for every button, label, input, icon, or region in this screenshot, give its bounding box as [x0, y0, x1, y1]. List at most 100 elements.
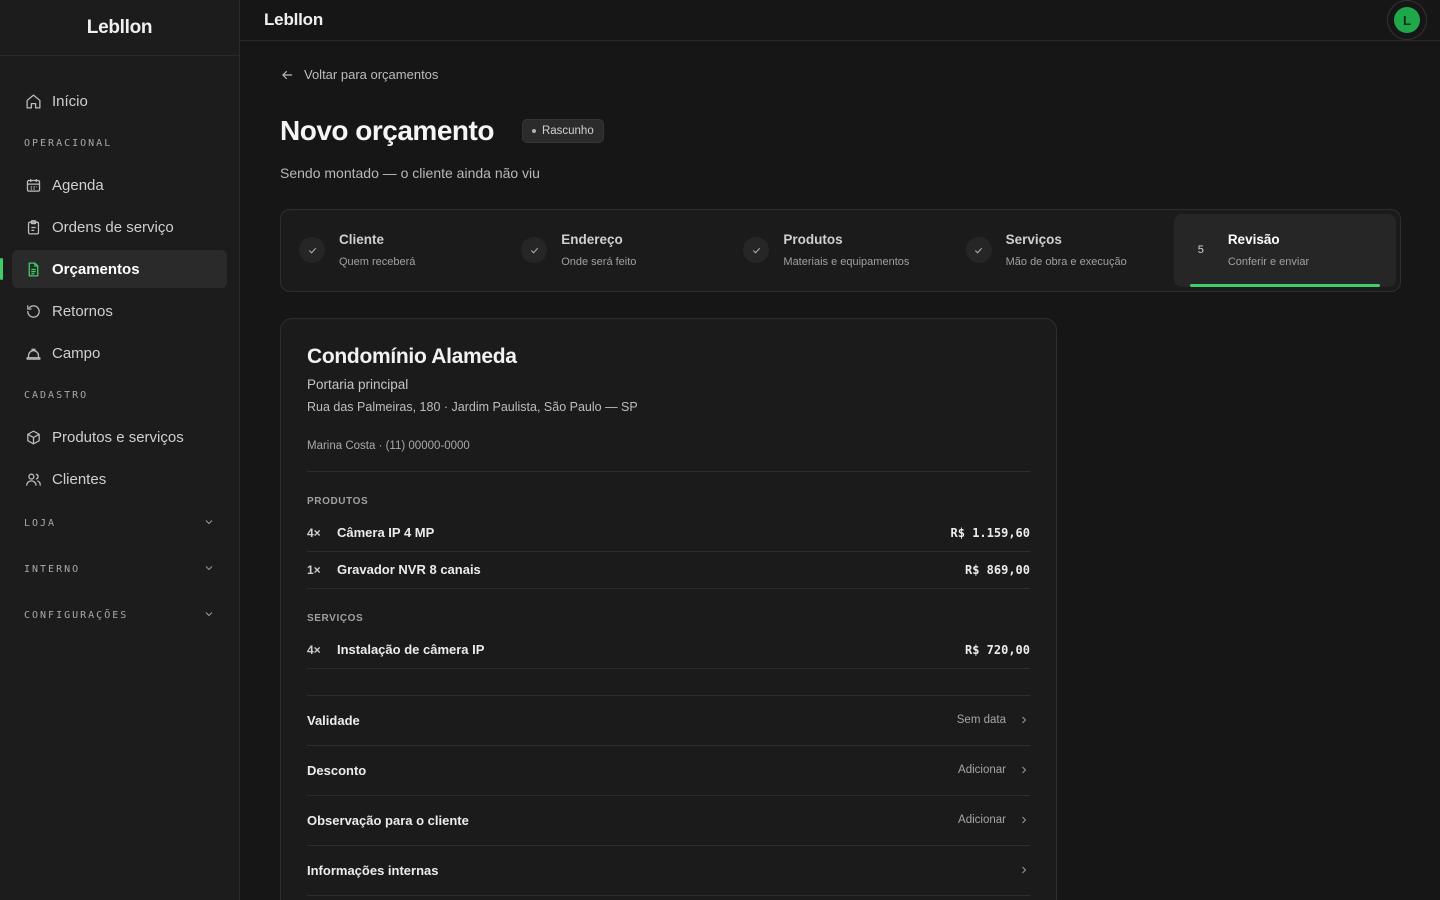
sidebar-item-inicio[interactable]: Início — [12, 82, 227, 120]
status-dot-icon — [531, 128, 536, 133]
client-address: Rua das Palmeiras, 180 · Jardim Paulista… — [307, 399, 638, 414]
topbar: Lebllon L — [240, 0, 1440, 41]
check-icon — [299, 237, 325, 263]
product-row: 1× Gravador NVR 8 canais R$ 869,00 — [307, 552, 1030, 589]
option-value: Adicionar — [958, 814, 1006, 826]
product-row: 4× Câmera IP 4 MP R$ 1.159,60 — [307, 515, 1030, 552]
avatar: L — [1394, 7, 1420, 33]
page-content: Voltar para orçamentos Novo orçamento Ra… — [240, 41, 1440, 900]
check-icon — [965, 237, 992, 263]
step-title: Serviços — [1005, 232, 1062, 247]
item-qty: 1× — [307, 562, 321, 577]
step-number: 5 — [1187, 237, 1214, 263]
quote-summary-card: Condomínio Alameda Portaria principal Ru… — [280, 317, 1057, 900]
sidebar-item-label: Ordens de serviço — [52, 218, 174, 236]
chevron-down-icon — [203, 608, 215, 623]
sidebar-item-label: Orçamentos — [52, 260, 140, 278]
document-icon — [24, 260, 42, 278]
client-name: Condomínio Alameda — [307, 344, 517, 368]
check-icon — [521, 237, 548, 263]
check-icon — [743, 237, 770, 263]
step-cliente[interactable]: Cliente Quem receberá — [285, 214, 507, 287]
service-row: 4× Instalação de câmera IP R$ 720,00 — [307, 632, 1030, 669]
step-subtitle: Mão de obra e execução — [1005, 256, 1127, 268]
sidebar-item-ordens-de-servico[interactable]: Ordens de serviço — [12, 208, 227, 246]
page-subtitle: Sendo montado — o cliente ainda não viu — [280, 164, 540, 181]
sidebar-item-clientes[interactable]: Clientes — [12, 460, 227, 498]
sidebar-item-produtos-e-servicos[interactable]: Produtos e serviços — [12, 418, 227, 456]
option-value: Adicionar — [958, 764, 1006, 776]
item-qty: 4× — [307, 642, 321, 657]
section-toggle-configuracoes[interactable]: CONFIGURAÇÕES — [12, 594, 227, 636]
item-price: R$ 720,00 — [964, 642, 1030, 657]
step-revisao[interactable]: 5 Revisão Conferir e enviar — [1173, 213, 1397, 287]
chevron-right-icon — [1018, 764, 1030, 776]
step-subtitle: Materiais e equipamentos — [783, 256, 910, 268]
step-title: Produtos — [783, 232, 843, 247]
option-validade[interactable]: Validade Sem data — [307, 696, 1030, 746]
option-label: Informações internas — [307, 862, 439, 878]
clipboard-icon — [24, 218, 42, 236]
step-subtitle: Onde será feito — [561, 256, 637, 268]
step-title: Cliente — [339, 232, 385, 247]
sidebar-item-label: Produtos e serviços — [52, 428, 184, 446]
home-icon — [24, 92, 42, 110]
sidebar-item-label: Campo — [52, 344, 101, 362]
section-label: LOJA — [24, 517, 57, 529]
section-label-cadastro: CADASTRO — [24, 389, 89, 401]
products-label: PRODUTOS — [307, 495, 369, 507]
step-title: Endereço — [561, 232, 623, 247]
sidebar: Lebllon Início OPERACIONAL Agenda Ordens — [0, 0, 240, 900]
status-badge-label: Rascunho — [541, 124, 594, 137]
avatar-button[interactable]: L — [1387, 0, 1427, 40]
sidebar-item-agenda[interactable]: Agenda — [12, 166, 227, 204]
step-produtos[interactable]: Produtos Materiais e equipamentos — [729, 214, 951, 287]
step-servicos[interactable]: Serviços Mão de obra e execução — [952, 214, 1174, 287]
sidebar-item-campo[interactable]: Campo — [12, 334, 227, 372]
option-desconto[interactable]: Desconto Adicionar — [307, 746, 1030, 796]
sidebar-item-orcamentos[interactable]: Orçamentos — [0, 250, 227, 288]
box-icon — [24, 428, 42, 446]
option-label: Desconto — [307, 762, 367, 778]
back-link-label: Voltar para orçamentos — [304, 67, 439, 82]
page-title: Novo orçamento — [280, 114, 494, 146]
step-endereco[interactable]: Endereço Onde será feito — [507, 214, 729, 287]
item-name: Instalação de câmera IP — [337, 642, 485, 657]
stepper: Cliente Quem receberá Endereço Onde será f… — [280, 208, 1401, 292]
section-label: CONFIGURAÇÕES — [24, 609, 129, 621]
item-price: R$ 869,00 — [964, 562, 1030, 577]
divider — [307, 669, 1030, 696]
sidebar-nav: Início OPERACIONAL Agenda Ordens de serv… — [0, 56, 239, 636]
section-label-operacional: OPERACIONAL — [24, 137, 113, 149]
main-area: Lebllon L Voltar para orçamentos Novo or… — [240, 0, 1440, 900]
item-name: Câmera IP 4 MP — [337, 525, 435, 540]
title-row: Novo orçamento Rascunho — [280, 115, 1401, 147]
option-observacao[interactable]: Observação para o cliente Adicionar — [307, 796, 1030, 846]
chevron-down-icon — [203, 516, 215, 531]
option-label: Observação para o cliente — [307, 812, 469, 828]
sidebar-item-label: Início — [52, 92, 88, 110]
arrow-left-icon — [280, 68, 294, 82]
item-qty: 4× — [307, 525, 321, 540]
section-toggle-loja[interactable]: LOJA — [12, 502, 227, 544]
option-label: Validade — [307, 712, 360, 728]
chevron-down-icon — [203, 562, 215, 577]
section-label: INTERNO — [24, 563, 81, 575]
client-location: Portaria principal — [307, 376, 409, 392]
step-title: Revisão — [1227, 232, 1280, 247]
sidebar-item-retornos[interactable]: Retornos — [12, 292, 227, 330]
step-subtitle: Conferir e enviar — [1227, 256, 1310, 268]
client-contact: Marina Costa · (11) 00000-0000 — [307, 440, 1030, 472]
users-icon — [24, 470, 42, 488]
section-toggle-interno[interactable]: INTERNO — [12, 548, 227, 590]
option-value: Sem data — [956, 714, 1006, 726]
services-label: SERVIÇOS — [307, 612, 364, 624]
brand-logo[interactable]: Lebllon — [0, 0, 239, 56]
option-informacoes-internas[interactable]: Informações internas — [307, 846, 1030, 896]
item-price: R$ 1.159,60 — [950, 525, 1030, 540]
back-link[interactable]: Voltar para orçamentos — [280, 67, 438, 82]
header-title: Lebllon — [264, 10, 324, 29]
step-subtitle: Quem receberá — [339, 256, 416, 268]
calendar-icon — [24, 176, 42, 194]
chevron-right-icon — [1018, 864, 1030, 876]
